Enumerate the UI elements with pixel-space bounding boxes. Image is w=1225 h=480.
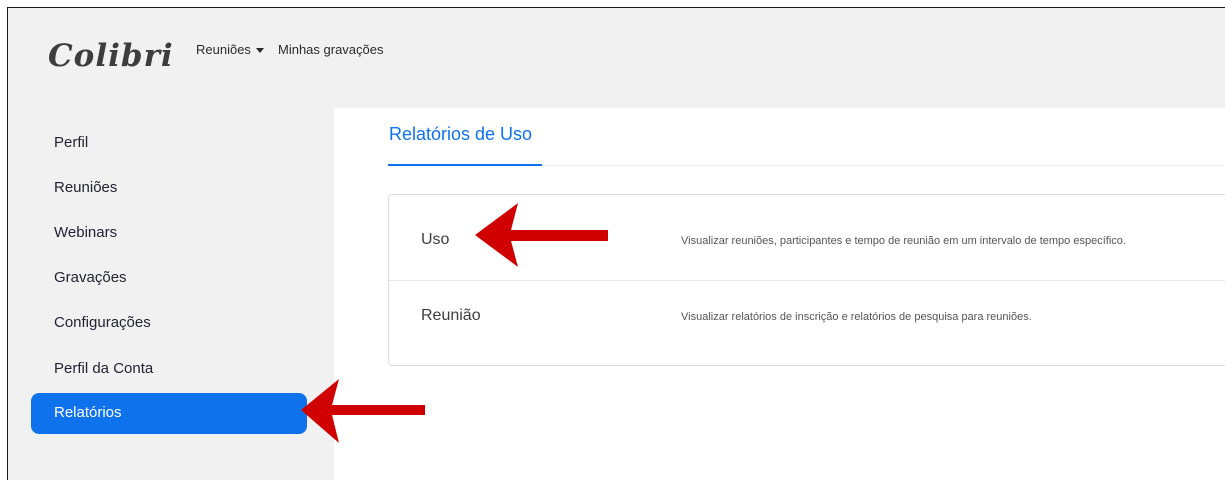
nav-my-recordings[interactable]: Minhas gravações (278, 42, 384, 57)
report-name-reuniao: Reunião (421, 307, 481, 324)
report-description-reuniao: Visualizar relatórios de inscrição e rel… (681, 311, 1032, 323)
nav-meetings-label: Reuniões (196, 42, 251, 57)
tab-divider (542, 165, 1225, 166)
sidebar: Perfil Reuniões Webinars Gravações Confi… (8, 108, 334, 480)
sidebar-item-webinars[interactable]: Webinars (54, 224, 117, 241)
report-row-reuniao[interactable]: Reunião Visualizar relatórios de inscriç… (389, 281, 1225, 366)
sidebar-item-reunioes[interactable]: Reuniões (54, 179, 117, 196)
nav-meetings-menu[interactable]: Reuniões (196, 42, 264, 57)
sidebar-item-relatorios-label: Relatórios (54, 404, 122, 421)
report-description-uso: Visualizar reuniões, participantes e tem… (681, 235, 1126, 247)
top-navigation-bar: Colibri Reuniões Minhas gravações (8, 8, 1225, 108)
sidebar-item-perfil[interactable]: Perfil (54, 134, 88, 151)
report-name-uso: Uso (421, 231, 450, 248)
red-arrow-icon (475, 203, 608, 267)
tab-relatorios-de-uso[interactable]: Relatórios de Uso (389, 124, 532, 145)
active-tab-underline (388, 164, 542, 166)
sidebar-item-perfil-da-conta[interactable]: Perfil da Conta (54, 360, 153, 377)
chevron-down-icon (255, 48, 264, 54)
arrow-relatorios-shape (301, 379, 425, 443)
red-arrow-icon (301, 379, 425, 443)
sidebar-item-relatorios[interactable]: Relatórios (31, 393, 307, 434)
sidebar-item-configuracoes[interactable]: Configurações (54, 314, 151, 331)
colibri-logo[interactable]: Colibri (48, 38, 174, 74)
sidebar-item-gravacoes[interactable]: Gravações (54, 269, 127, 286)
arrow-uso-shape (475, 203, 608, 267)
app-window: Colibri Reuniões Minhas gravações Perfil… (7, 7, 1225, 480)
